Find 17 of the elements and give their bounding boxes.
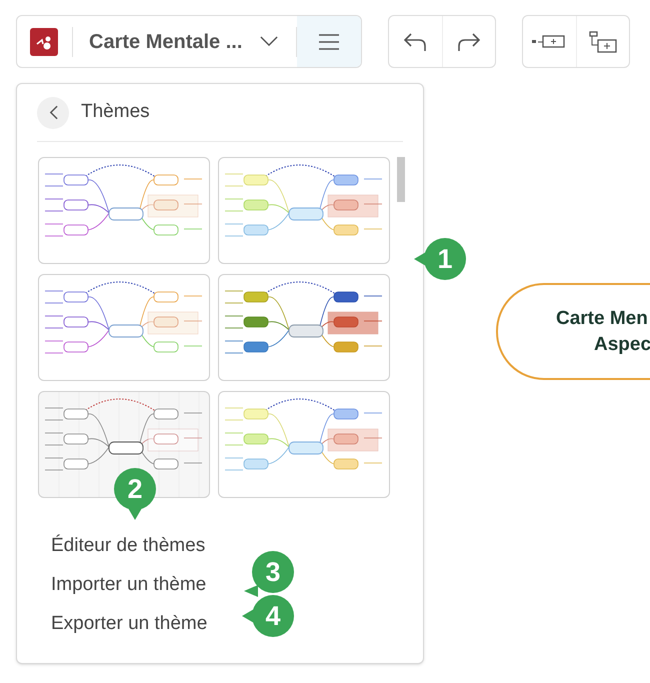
menu-item[interactable]: Éditeur de thèmes	[51, 531, 206, 560]
undo-icon	[403, 32, 428, 52]
menu-icon	[319, 34, 340, 50]
app-logo-icon	[30, 28, 58, 56]
menu-title: Thèmes	[81, 100, 150, 124]
redo-icon	[456, 32, 481, 52]
add-sibling-icon	[532, 34, 566, 48]
menu-button[interactable]	[297, 16, 361, 67]
scrollbar-thumb[interactable]	[397, 157, 405, 202]
document-title[interactable]: Carte Mentale ...	[89, 26, 242, 56]
add-child-icon	[588, 30, 617, 52]
menu-item[interactable]: Importer un thème	[51, 570, 206, 599]
back-button[interactable]	[37, 96, 69, 128]
node-text: Carte Men	[556, 306, 649, 330]
menu-item[interactable]: Exporter un thème	[51, 609, 208, 638]
chevron-down-icon[interactable]	[260, 36, 278, 47]
chevron-left-icon	[48, 105, 58, 120]
